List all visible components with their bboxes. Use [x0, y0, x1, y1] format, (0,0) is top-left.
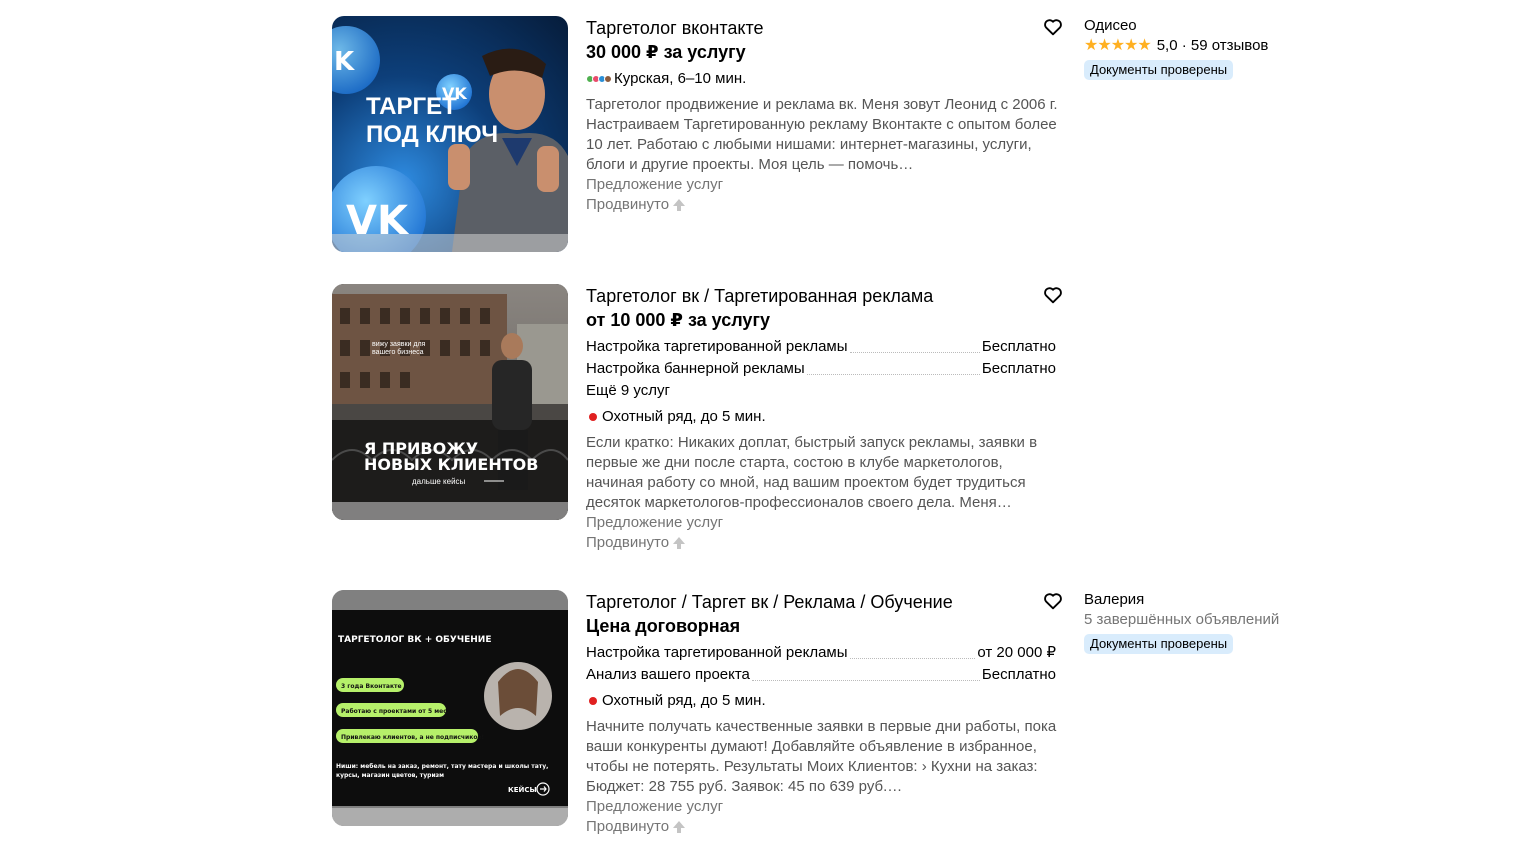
- rating-text: 5,0 · 59 отзывов: [1156, 37, 1269, 54]
- promo-line-2: ПОД КЛЮЧ: [366, 121, 498, 148]
- promo-foot: дальше кейсы: [412, 477, 466, 486]
- verified-badge: Документы проверены: [1084, 60, 1234, 80]
- promoted-text: Продвинуто: [586, 196, 670, 213]
- service-price: Бесплатно: [981, 666, 1056, 683]
- promoted-text: Продвинуто: [586, 534, 670, 551]
- favorite-heart-icon[interactable]: [1042, 284, 1064, 306]
- promo-pill-2: Работаю с проектами от 5 мес.: [341, 708, 449, 715]
- services-list: Настройка таргетированной рекламы от 20 …: [586, 642, 1060, 686]
- promo-pill-3: Привлекаю клиентов, а не подписчиков!: [341, 734, 484, 741]
- seller-info: Валерия 5 завершённых объявлений Докумен…: [1084, 590, 1304, 654]
- photo-indicator: [332, 502, 568, 520]
- service-name: Настройка баннерной рекламы: [586, 360, 805, 377]
- svg-text:K: K: [334, 47, 355, 77]
- listing-price: от 10 000 ₽ за услугу: [586, 310, 770, 330]
- promo-big-2: НОВЫХ КЛИЕНТОВ: [364, 455, 538, 474]
- seller-name[interactable]: Валерия: [1084, 590, 1304, 610]
- service-name: Настройка таргетированной рекламы: [586, 644, 848, 661]
- seller-rating[interactable]: ★★★★★ 5,0 · 59 отзывов: [1084, 36, 1304, 56]
- promo-heading: ТАРГЕТОЛОГ ВК + ОБУЧЕНИЕ: [338, 635, 491, 645]
- course-promo-image: ТАРГЕТОЛОГ ВК + ОБУЧЕНИЕ 3 года Вконтакт…: [332, 590, 568, 826]
- listing-description: Если кратко: Никаких доплат, быстрый зап…: [586, 434, 1038, 511]
- service-row: Настройка баннерной рекламы Бесплатно: [586, 358, 1056, 380]
- service-price: Бесплатно: [981, 360, 1056, 377]
- metro-dot-icon: [589, 697, 597, 705]
- listing-info: Таргетолог вконтакте 30 000 ₽ за услугу …: [586, 16, 1060, 215]
- vk-promo-image: K VK VK ТАРГЕТ ПОД КЛЮЧ: [332, 26, 568, 252]
- listing-title[interactable]: Таргетолог вк / Таргетированная реклама: [586, 284, 1060, 308]
- metro-dot-icon: [589, 413, 597, 421]
- photo-indicator: [332, 808, 568, 826]
- promoted-label: Продвинуто: [586, 817, 1060, 837]
- more-services-link[interactable]: Ещё 9 услуг: [586, 380, 1060, 402]
- city-promo-image: вижу заявки для вашего бизнеса Я ПРИВОЖУ…: [332, 284, 568, 520]
- listing-price: 30 000 ₽ за услугу: [586, 42, 746, 62]
- listing-description: Таргетолог продвижение и реклама вк. Мен…: [586, 96, 1058, 173]
- promo-small-2: вашего бизнеса: [372, 348, 424, 356]
- services-list: Настройка таргетированной рекламы Беспла…: [586, 336, 1060, 402]
- leader-dots: [849, 658, 976, 659]
- listing-location: Курская, 6–10 мин.: [586, 69, 1060, 89]
- listing-photo[interactable]: вижу заявки для вашего бизнеса Я ПРИВОЖУ…: [332, 284, 568, 520]
- promoted-text: Продвинуто: [586, 818, 670, 835]
- promo-foot: КЕЙСЫ: [508, 785, 537, 794]
- verified-badge: Документы проверены: [1084, 634, 1234, 654]
- service-name: Настройка таргетированной рекламы: [586, 338, 848, 355]
- listing-info: Таргетолог / Таргет вк / Реклама / Обуче…: [586, 590, 1060, 837]
- favorite-heart-icon[interactable]: [1042, 590, 1064, 612]
- promoted-label: Продвинуто: [586, 533, 1060, 553]
- service-row: Анализ вашего проекта Бесплатно: [586, 664, 1056, 686]
- location-text: Охотный ряд, до 5 мин.: [602, 692, 766, 709]
- promo-pill-1: 3 года Вконтакте: [341, 683, 402, 690]
- listing-location: Охотный ряд, до 5 мин.: [586, 691, 1060, 711]
- service-name: Анализ вашего проекта: [586, 666, 750, 683]
- promo-small-1: вижу заявки для: [372, 341, 426, 348]
- service-row: Настройка таргетированной рекламы от 20 …: [586, 642, 1056, 664]
- metro-line-icon: [586, 75, 612, 83]
- listing-category: Предложение услуг: [586, 176, 724, 193]
- leader-dots: [751, 680, 980, 681]
- rating-stars-icon: ★★★★★: [1084, 37, 1152, 54]
- leader-dots: [849, 352, 980, 353]
- location-text: Охотный ряд, до 5 мин.: [602, 408, 766, 425]
- seller-info: Одисео ★★★★★ 5,0 · 59 отзывов Документы …: [1084, 16, 1304, 80]
- photo-indicator: [332, 234, 568, 252]
- listing-location: Охотный ряд, до 5 мин.: [586, 407, 1060, 427]
- favorite-heart-icon[interactable]: [1042, 16, 1064, 38]
- leader-dots: [806, 374, 980, 375]
- listing-category: Предложение услуг: [586, 798, 724, 815]
- listing-description: Начните получать качественные заявки в п…: [586, 718, 1057, 795]
- listing-category: Предложение услуг: [586, 514, 724, 531]
- listing-price: Цена договорная: [586, 616, 741, 636]
- listing-title[interactable]: Таргетолог / Таргет вк / Реклама / Обуче…: [586, 590, 1060, 614]
- location-text: Курская, 6–10 мин.: [614, 70, 747, 87]
- listing-photo[interactable]: ТАРГЕТОЛОГ ВК + ОБУЧЕНИЕ 3 года Вконтакт…: [332, 590, 568, 826]
- listing-photo[interactable]: K VK VK ТАРГЕТ ПОД КЛЮЧ: [332, 16, 568, 252]
- arrow-up-icon: [673, 537, 686, 549]
- seller-name[interactable]: Одисео: [1084, 16, 1304, 36]
- service-row: Настройка таргетированной рекламы Беспла…: [586, 336, 1056, 358]
- service-price: от 20 000 ₽: [977, 644, 1056, 661]
- listing-title[interactable]: Таргетолог вконтакте: [586, 16, 1060, 40]
- promoted-label: Продвинуто: [586, 195, 1060, 215]
- arrow-up-icon: [673, 199, 686, 211]
- seller-completed-count: 5 завершённых объявлений: [1084, 611, 1280, 628]
- promo-niches: Ниши: мебель на заказ, ремонт, тату маст…: [336, 763, 549, 779]
- promo-line-1: ТАРГЕТ: [366, 93, 457, 120]
- service-price: Бесплатно: [981, 338, 1056, 355]
- arrow-up-icon: [673, 821, 686, 833]
- listing-info: Таргетолог вк / Таргетированная реклама …: [586, 284, 1060, 553]
